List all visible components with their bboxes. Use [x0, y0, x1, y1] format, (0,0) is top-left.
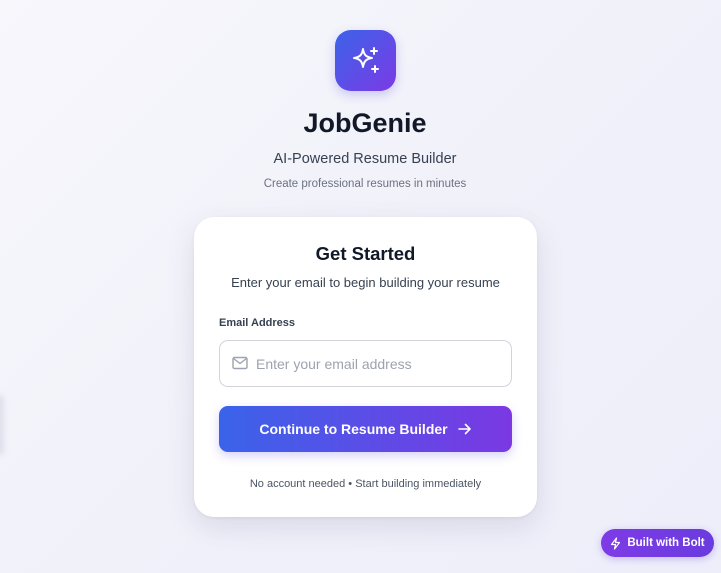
continue-button[interactable]: Continue to Resume Builder	[219, 406, 512, 452]
footnote: No account needed • Start building immed…	[249, 478, 482, 490]
built-with-bolt-badge[interactable]: Built with Bolt	[601, 529, 714, 557]
card-description: Enter your email to begin building your …	[231, 275, 500, 290]
badge-label: Built with Bolt	[627, 537, 705, 549]
edge-decoration	[0, 395, 4, 455]
sparkles-icon	[352, 46, 379, 73]
arrow-right-icon	[457, 423, 471, 435]
app-logo	[335, 30, 396, 91]
bolt-icon	[611, 536, 621, 550]
continue-button-label: Continue to Resume Builder	[259, 421, 448, 437]
email-label: Email Address	[219, 317, 296, 329]
email-input[interactable]	[256, 341, 506, 386]
get-started-card: Get Started Enter your email to begin bu…	[194, 217, 537, 517]
app-title: JobGenie	[303, 108, 427, 138]
email-field[interactable]	[219, 340, 512, 387]
mail-icon	[232, 356, 248, 370]
card-title: Get Started	[315, 243, 416, 264]
app-tagline: Create professional resumes in minutes	[263, 178, 467, 190]
app-subtitle: AI-Powered Resume Builder	[273, 151, 457, 167]
